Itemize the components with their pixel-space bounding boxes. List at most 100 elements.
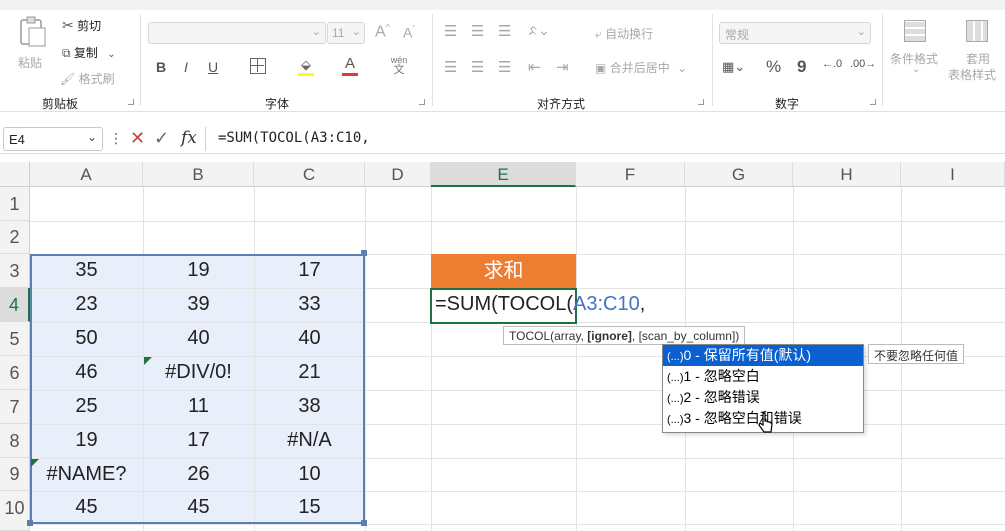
cell-e3-sum-header[interactable]: 求和 [431, 254, 576, 288]
formula-input[interactable]: =SUM(TOCOL(A3:C10, [218, 127, 370, 151]
name-box[interactable]: E4 ⌄ [3, 127, 103, 151]
align-middle-icon[interactable]: ☰ [471, 22, 484, 40]
accounting-format-icon[interactable]: ▦⌄ [722, 59, 745, 75]
error-indicator[interactable] [31, 459, 39, 467]
cell-a6[interactable]: 46 [30, 361, 143, 384]
dropdown-item-0[interactable]: (...)0 - 保留所有值(默认) [663, 345, 863, 366]
underline-button[interactable]: U [208, 59, 218, 75]
error-indicator[interactable] [144, 357, 152, 365]
cell-b9[interactable]: 26 [143, 463, 254, 486]
format-painter-button[interactable]: 🖌 格式刷 [60, 70, 115, 87]
cell-a9[interactable]: #NAME? [30, 463, 143, 486]
enter-icon[interactable]: ✓ [154, 128, 169, 149]
cell-b4[interactable]: 39 [143, 293, 254, 316]
italic-button[interactable]: I [184, 59, 188, 75]
cell-c3[interactable]: 17 [254, 259, 365, 282]
align-right-icon[interactable]: ☰ [498, 58, 511, 76]
dropdown-item-2[interactable]: (...)2 - 忽略错误 [663, 387, 863, 408]
cell-b8[interactable]: 17 [143, 429, 254, 452]
row-header-2[interactable]: 2 [0, 221, 30, 254]
gridline [30, 524, 1005, 525]
dropdown-item-1[interactable]: (...)1 - 忽略空白 [663, 366, 863, 387]
cell-b5[interactable]: 40 [143, 327, 254, 350]
cell-a4[interactable]: 23 [30, 293, 143, 316]
cell-b6[interactable]: #DIV/0! [143, 361, 254, 384]
row-header-7[interactable]: 7 [0, 390, 30, 424]
cell-c6[interactable]: 21 [254, 361, 365, 384]
fill-color-icon[interactable]: ⬙ [298, 57, 316, 77]
row-header-5[interactable]: 5 [0, 322, 30, 356]
cell-b7[interactable]: 11 [143, 395, 254, 418]
borders-icon[interactable] [250, 58, 266, 74]
number-launcher-icon[interactable] [870, 99, 876, 105]
conditional-format-button[interactable]: 条件格式 ⌄ [890, 18, 942, 82]
font-launcher-icon[interactable] [419, 99, 425, 105]
column-header-h[interactable]: H [793, 162, 901, 187]
row-header-3[interactable]: 3 [0, 254, 30, 288]
column-header-c[interactable]: C [254, 162, 365, 187]
cell-c4[interactable]: 33 [254, 293, 365, 316]
increase-font-icon[interactable]: A^ [375, 22, 390, 41]
orientation-icon[interactable]: ᨅ⌄ [528, 22, 550, 39]
cell-a5[interactable]: 50 [30, 327, 143, 350]
table-style-button[interactable]: 套用 表格样式 [948, 18, 1002, 82]
comma-style-button[interactable]: 9 [797, 57, 806, 77]
cell-c9[interactable]: 10 [254, 463, 365, 486]
row-header-10[interactable]: 10 [0, 491, 30, 531]
cell-a7[interactable]: 25 [30, 395, 143, 418]
increase-decimal-icon[interactable]: ←.0 [822, 58, 842, 70]
align-center-icon[interactable]: ☰ [471, 58, 484, 76]
row-header-4[interactable]: 4 [0, 288, 30, 322]
cell-c8[interactable]: #N/A [254, 429, 365, 452]
cell-b3[interactable]: 19 [143, 259, 254, 282]
font-name-select[interactable]: ⌄ [148, 22, 326, 44]
copy-button[interactable]: ⧉ 复制 ⌄ [62, 44, 116, 61]
column-header-d[interactable]: D [365, 162, 431, 187]
column-header-i[interactable]: I [901, 162, 1005, 187]
range-handle[interactable] [361, 520, 367, 526]
decrease-font-icon[interactable]: Aˇ [403, 24, 415, 41]
range-handle[interactable] [361, 250, 367, 256]
font-color-icon[interactable]: A [342, 55, 358, 77]
align-top-icon[interactable]: ☰ [444, 22, 457, 40]
increase-indent-icon[interactable]: ⇥ [556, 58, 569, 76]
font-size-select[interactable]: 11 ⌄ [327, 22, 365, 44]
column-header-g[interactable]: G [685, 162, 793, 187]
range-handle[interactable] [27, 520, 33, 526]
cell-c10[interactable]: 15 [254, 496, 365, 519]
clipboard-launcher-icon[interactable] [128, 99, 134, 105]
wrap-text-button[interactable]: ⤶ 自动换行 [595, 25, 653, 42]
merge-center-button[interactable]: ▣ 合并后居中 ⌄ [595, 59, 687, 76]
column-header-a[interactable]: A [30, 162, 143, 187]
row-header-9[interactable]: 9 [0, 458, 30, 491]
number-format-select[interactable]: 常规 ⌄ [719, 22, 871, 44]
column-header-f[interactable]: F [576, 162, 685, 187]
more-options-icon[interactable]: ⋮ [109, 130, 123, 147]
paste-button[interactable]: 粘贴 [14, 16, 50, 76]
decrease-indent-icon[interactable]: ⇤ [528, 58, 541, 76]
font-group-label: 字体 [265, 97, 290, 111]
cell-b10[interactable]: 45 [143, 496, 254, 519]
cell-a10[interactable]: 45 [30, 496, 143, 519]
insert-function-icon[interactable]: fx [181, 128, 197, 148]
column-header-e[interactable]: E [431, 162, 576, 187]
cut-button[interactable]: ✂ 剪切 [62, 17, 101, 34]
cell-c7[interactable]: 38 [254, 395, 365, 418]
align-left-icon[interactable]: ☰ [444, 58, 457, 76]
cell-a3[interactable]: 35 [30, 259, 143, 282]
select-all-corner[interactable] [0, 162, 30, 187]
alignment-launcher-icon[interactable] [698, 99, 704, 105]
gridline [431, 187, 432, 531]
bold-button[interactable]: B [156, 59, 166, 75]
phonetic-icon[interactable]: wén 文 [390, 55, 408, 77]
align-bottom-icon[interactable]: ☰ [498, 22, 511, 40]
cell-c5[interactable]: 40 [254, 327, 365, 350]
decrease-decimal-icon[interactable]: .00→ [850, 58, 876, 70]
cancel-icon[interactable]: ✕ [130, 128, 145, 149]
percent-button[interactable]: % [766, 57, 781, 77]
row-header-8[interactable]: 8 [0, 424, 30, 458]
column-header-b[interactable]: B [143, 162, 254, 187]
cell-a8[interactable]: 19 [30, 429, 143, 452]
row-header-6[interactable]: 6 [0, 356, 30, 390]
row-header-1[interactable]: 1 [0, 187, 30, 221]
